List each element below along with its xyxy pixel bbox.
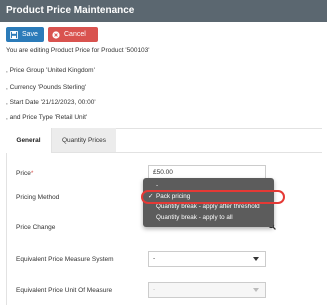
info-line-currency: , Currency 'Pounds Sterling' (6, 84, 87, 91)
tab-quantity-prices[interactable]: Quantity Prices (52, 128, 116, 153)
cancel-button-label: Cancel (64, 31, 86, 38)
save-icon (10, 30, 18, 39)
tab-divider (116, 152, 322, 153)
price-label-text: Price (16, 170, 31, 177)
chevron-down-icon (253, 288, 259, 292)
cancel-icon (52, 30, 60, 39)
info-line-product: You are editing Product Price for Produc… (6, 47, 150, 54)
price-label: Price* (16, 170, 33, 177)
eq-measure-system-value: - (153, 255, 156, 262)
option-label: - (156, 182, 159, 189)
price-change-label: Price Change (16, 224, 56, 231)
info-line-price-type: , and Price Type 'Retail Unit' (6, 114, 88, 121)
info-line-price-group: , Price Group 'United Kingdom' (6, 67, 95, 74)
dropdown-option-qty-break-apply-all[interactable]: Quantity break - apply to all (143, 213, 274, 224)
eq-unit-value: - (153, 286, 156, 293)
save-button[interactable]: Save (6, 27, 44, 42)
page-title: Product Price Maintenance (0, 0, 327, 22)
required-mark: * (30, 170, 34, 177)
chevron-down-icon (253, 257, 259, 261)
eq-unit-label: Equivalent Price Unit Of Measure (16, 287, 113, 294)
selection-highlight (141, 190, 285, 204)
save-button-label: Save (22, 31, 38, 38)
option-label: Quantity break - apply after threshold (156, 203, 260, 210)
eq-measure-system-label: Equivalent Price Measure System (16, 256, 114, 263)
tab-general[interactable]: General (6, 128, 52, 153)
pricing-method-label: Pricing Method (16, 194, 60, 201)
eq-measure-system-select[interactable]: - (148, 251, 266, 267)
eq-unit-select[interactable]: - (148, 282, 266, 298)
cancel-button[interactable]: Cancel (48, 27, 98, 42)
option-label: Quantity break - apply to all (156, 213, 233, 221)
info-line-start-date: , Start Date '21/12/2023, 00:00' (6, 99, 96, 106)
